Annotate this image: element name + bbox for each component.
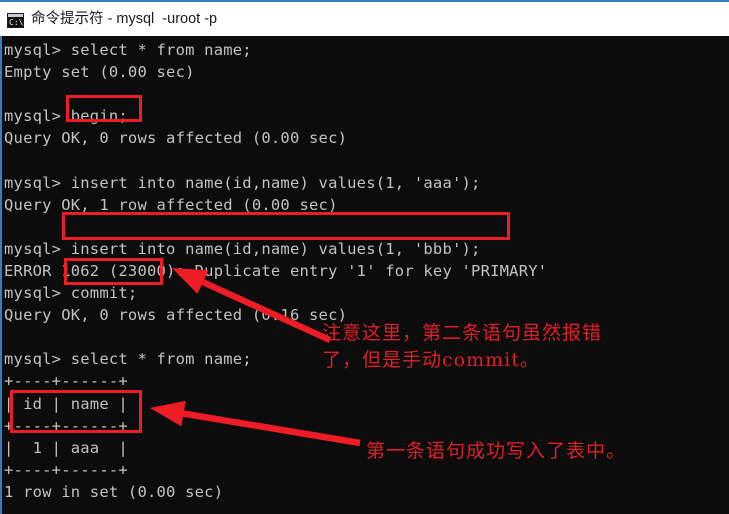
window-titlebar: C:\ 命令提示符 - mysql -uroot -p [0, 0, 729, 36]
terminal-line: mysql> select * from name; [4, 350, 252, 369]
terminal-line: mysql> insert into name(id,name) values(… [4, 239, 481, 258]
terminal-line: +----+------+ [4, 372, 128, 391]
terminal-line: Empty set (0.00 sec) [4, 63, 195, 82]
terminal-line: 1 row in set (0.00 sec) [4, 482, 224, 501]
cmd-window-screenshot: C:\ 命令提示符 - mysql -uroot -p mysql> selec… [0, 0, 729, 514]
terminal-line: Query OK, 1 row affected (0.00 sec) [4, 195, 338, 214]
terminal-line: mysql> insert into name(id,name) values(… [4, 173, 481, 192]
terminal-line: +----+------+ [4, 460, 128, 479]
terminal-line: +----+------+ [4, 416, 128, 435]
svg-text:C:\: C:\ [9, 18, 24, 27]
terminal-output: mysql> select * from name; Empty set (0.0… [4, 39, 547, 514]
terminal-line: Query OK, 0 rows affected (0.00 sec) [4, 129, 348, 148]
terminal-line: mysql> select * from name; [4, 41, 252, 59]
terminal-line: Query OK, 0 rows affected (0.16 sec) [4, 306, 348, 325]
terminal-body[interactable]: mysql> select * from name; Empty set (0.0… [0, 36, 729, 514]
terminal-line: mysql> commit; [4, 284, 138, 303]
console-icon: C:\ [7, 12, 24, 28]
terminal-line: | id | name | [4, 394, 128, 413]
terminal-line: mysql> begin; [4, 107, 128, 126]
terminal-line: ERROR 1062 (23000): Duplicate entry '1' … [4, 261, 548, 280]
terminal-line: | 1 | aaa | [4, 438, 128, 457]
window-title: 命令提示符 - mysql -uroot -p [31, 10, 218, 27]
